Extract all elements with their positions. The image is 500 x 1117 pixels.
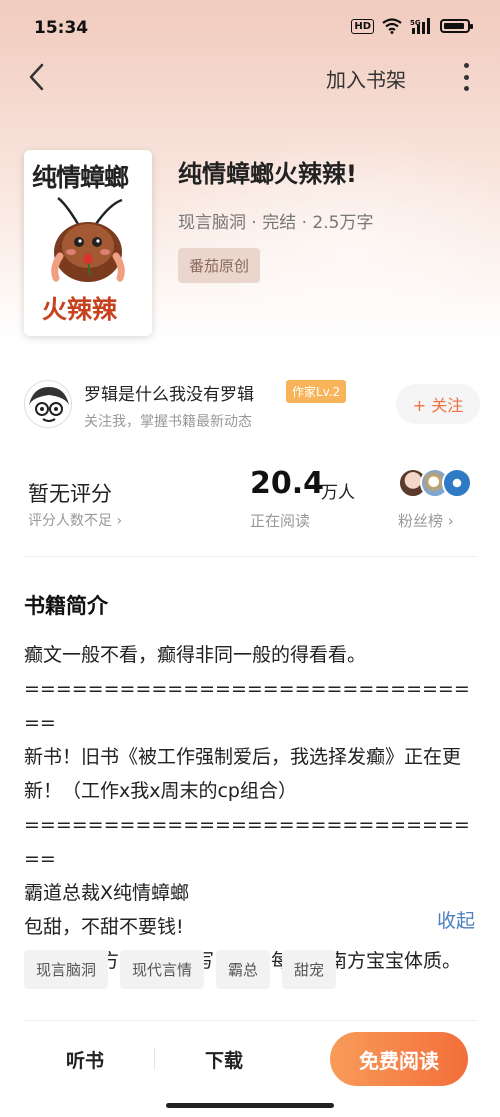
intro-text: 癫文一般不看，癫得非同一般的得看看。 =====================… [24,644,470,972]
back-button[interactable] [22,60,52,94]
listen-button[interactable]: 听书 [66,1046,104,1073]
avatar[interactable] [24,380,72,428]
download-button[interactable]: 下载 [205,1046,243,1073]
publisher-tag: 番茄原创 [178,248,261,283]
author-avatar-icon [25,381,71,427]
bar-separator [154,1048,155,1070]
reading-label: 正在阅读 [250,512,311,530]
book-meta: 现言脑洞 · 完结 · 2.5万字 [178,213,374,233]
status-time: 15:34 [34,18,89,38]
rating-value: 暂无评分 [28,482,112,506]
reading-count: 20.4 [250,466,325,501]
intro-heading: 书籍简介 [24,594,108,618]
tag[interactable]: 霸总 [216,950,271,989]
home-indicator[interactable] [166,1103,334,1108]
add-to-shelf-button[interactable]: 加入书架 [326,64,406,93]
tag[interactable]: 现代言情 [120,950,205,989]
rating-count-link[interactable]: 评分人数不足 › [28,510,122,530]
author-level-badge: 作家Lv.2 [286,380,347,403]
divider [24,556,476,557]
author-name[interactable]: 罗辑是什么我没有罗辑 [84,380,254,405]
cover-title-bottom: 火辣辣 [42,295,118,324]
chevron-left-icon [29,63,44,91]
cover-title-top: 纯情蟑螂 [32,163,129,192]
cockroach-illustration [51,197,125,282]
signal-icon: 5G [410,18,430,34]
fan-avatar [442,468,472,498]
more-vertical-icon[interactable] [456,60,476,94]
wifi-icon [382,18,402,34]
hd-icon: HD [351,18,374,34]
book-cover[interactable]: 纯情蟑螂 火辣辣 [24,150,152,336]
collapse-link[interactable]: 收起 [437,906,475,933]
status-icons: HD 5G [351,18,473,34]
reading-count-unit: 万人 [321,483,355,503]
author-subtitle: 关注我，掌握书籍最新动态 [84,414,252,430]
battery-icon [440,19,473,33]
book-title: 纯情蟑螂火辣辣! [178,160,357,188]
tag[interactable]: 甜宠 [282,950,337,989]
follow-button[interactable]: + 关注 [396,384,480,424]
tag-list: 现言脑洞 现代言情 霸总 甜宠 [24,950,337,989]
fan-ranking-link[interactable]: 粉丝榜 › [398,510,454,531]
tag[interactable]: 现言脑洞 [24,950,109,989]
divider [24,1020,476,1021]
free-read-button[interactable]: 免费阅读 [330,1032,468,1086]
fan-avatars[interactable] [398,468,478,500]
